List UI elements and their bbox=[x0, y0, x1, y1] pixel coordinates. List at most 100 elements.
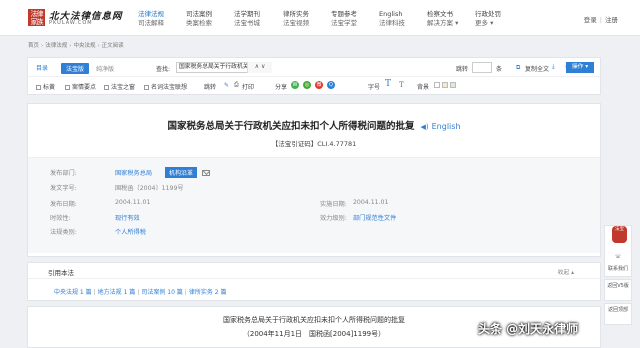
register-link[interactable]: 注册 bbox=[605, 16, 618, 24]
nav-english[interactable]: English bbox=[379, 10, 405, 19]
breadcrumb-laws[interactable]: 法律法规 bbox=[45, 43, 67, 49]
download-icon[interactable]: ⤓ bbox=[552, 63, 555, 71]
cite-link-cases[interactable]: 司法案例 10 篇 bbox=[141, 289, 182, 296]
check-fabao-window[interactable]: 法宝之窗 bbox=[104, 82, 135, 91]
meta-level: 效力级别: 部门规范性文件 bbox=[320, 213, 396, 222]
nav-admin-penalty[interactable]: 行政处罚 bbox=[475, 10, 501, 19]
nav-video[interactable]: 法宝视频 bbox=[283, 19, 309, 28]
nav-topics[interactable]: 专题参考 bbox=[331, 10, 357, 19]
nav-academy[interactable]: 法宝学堂 bbox=[331, 19, 357, 28]
citing-laws-card: 引用本法 收起 ▴ 中央法规 1 篇 | 地方法规 1 篇 | 司法案例 10 篇 | 律所… bbox=[27, 262, 601, 301]
copy-all-button[interactable]: 复制全文 bbox=[525, 64, 549, 73]
nav-solutions[interactable]: 解决方案 ▾ bbox=[427, 19, 458, 28]
back-to-v5-button[interactable]: 返回V5版 bbox=[604, 279, 632, 301]
breadcrumb-central-laws[interactable]: 中央法规 bbox=[73, 43, 95, 49]
login-link[interactable]: 登录 bbox=[584, 16, 597, 24]
breadcrumb: 首页 › 法律法规 › 中央法规 › 正文阅读 bbox=[28, 43, 124, 49]
jump-link[interactable]: 跳转 bbox=[204, 82, 216, 91]
contact-widget[interactable]: 法宝 ☏ 联系我们 bbox=[604, 225, 632, 277]
bg-swatch-yellow[interactable] bbox=[441, 82, 448, 88]
nav-procuratorate-docs[interactable]: 检察文书 bbox=[427, 10, 458, 19]
nav-col-practice[interactable]: 律所实务 法宝视频 bbox=[283, 10, 309, 28]
logo-seal: 法律 家族 bbox=[28, 9, 45, 26]
catalog-button[interactable]: 目录 bbox=[36, 63, 48, 72]
nav-journals[interactable]: 法学期刊 bbox=[234, 10, 260, 19]
jump-label: 跳转 bbox=[456, 66, 469, 73]
breadcrumb-home[interactable]: 首页 bbox=[28, 43, 39, 49]
back-to-top-button[interactable]: 返回顶部 bbox=[604, 303, 632, 325]
category-value[interactable]: 个人所得税 bbox=[115, 227, 146, 236]
checkbox-icon[interactable] bbox=[65, 85, 70, 90]
back-top-label: 返回顶部 bbox=[607, 307, 628, 313]
check-term-association[interactable]: 名词法宝联想 bbox=[144, 82, 187, 91]
back-v5-label: 返回V5版 bbox=[607, 283, 629, 289]
cite-link-central[interactable]: 中央法规 1 篇 bbox=[54, 289, 92, 296]
find-label: 查找: bbox=[156, 66, 171, 73]
copy-all-icon[interactable]: ⧉ bbox=[516, 64, 520, 72]
nav-laws[interactable]: 法律法规 bbox=[138, 10, 164, 19]
site-logo[interactable]: 法律 家族 北大法律信息网 PKULAW.COM bbox=[28, 8, 122, 28]
share-moments-icon[interactable]: ◎ bbox=[303, 81, 312, 89]
nav-judicial-cases[interactable]: 司法案例 bbox=[186, 10, 212, 19]
pubdate-value: 2004.11.01 bbox=[115, 199, 151, 206]
institution-history-tag[interactable]: 机构沿革 bbox=[165, 167, 198, 178]
nav-more[interactable]: 更多 ▾ bbox=[475, 19, 501, 28]
document-card: 国家税务总局关于行政机关应扣未扣个人所得税问题的批复 ◀) English 【法宝引… bbox=[27, 103, 601, 257]
nav-legal-tech[interactable]: 法律科技 bbox=[379, 19, 405, 28]
effdate-value: 2004.11.01 bbox=[353, 199, 389, 206]
nav-col-cases[interactable]: 司法案例 类案检索 bbox=[186, 10, 212, 28]
category-label: 法规类别: bbox=[50, 229, 77, 236]
nav-col-english[interactable]: English 法律科技 bbox=[379, 10, 405, 28]
cite-link-local[interactable]: 地方法规 1 篇 bbox=[98, 289, 136, 296]
issuer-value[interactable]: 国家税务总局 bbox=[115, 168, 152, 177]
nav-col-topics[interactable]: 专题参考 法宝学堂 bbox=[331, 10, 357, 28]
cite-link-practice[interactable]: 律所实务 2 篇 bbox=[189, 289, 227, 296]
check-case-points[interactable]: 案情要点 bbox=[65, 82, 96, 91]
level-value[interactable]: 部门规范性文件 bbox=[353, 213, 396, 222]
citing-title: 引用本法 bbox=[48, 269, 74, 277]
note-icon[interactable]: ✎ bbox=[224, 82, 229, 89]
mail-icon[interactable] bbox=[202, 170, 211, 176]
tab-fabao-version[interactable]: 法宝版 bbox=[61, 63, 90, 74]
checkbox-icon[interactable] bbox=[36, 85, 41, 90]
operate-button[interactable]: 操作 ▾ bbox=[566, 62, 594, 73]
check-highlight[interactable]: 标黄 bbox=[36, 82, 55, 91]
auth-links: 登录 | 注册 bbox=[584, 14, 618, 24]
reading-toolbar: 目录 法宝版 纯净版 查找: 国家税务总局关于行政机关应扣未扣个人所得税问题的批… bbox=[27, 57, 601, 95]
print-icon[interactable]: ⎙ bbox=[234, 81, 239, 89]
share-weibo-icon[interactable]: 微 bbox=[315, 81, 324, 89]
collapse-toggle[interactable]: 收起 ▴ bbox=[558, 267, 574, 276]
background-swatches[interactable] bbox=[434, 82, 456, 90]
print-button[interactable]: 打印 bbox=[242, 82, 254, 91]
checkbox-icon[interactable] bbox=[144, 85, 149, 90]
share-qq-icon[interactable]: Q bbox=[327, 81, 336, 89]
tab-pure-version[interactable]: 纯净版 bbox=[96, 64, 114, 73]
background-label: 背景 bbox=[417, 84, 430, 91]
toolbar-row-1: 目录 法宝版 纯净版 查找: 国家税务总局关于行政机关应扣未扣个人所得税问题的批… bbox=[28, 58, 600, 77]
metadata-panel: 发布部门: 国家税务总局 机构沿革 发文字号: 国税函〔2004〕1199号 发… bbox=[28, 157, 600, 253]
english-link[interactable]: English bbox=[432, 122, 461, 131]
font-larger-button[interactable]: T bbox=[385, 79, 391, 89]
effdate-label: 实施日期: bbox=[320, 201, 347, 208]
checkbox-icon[interactable] bbox=[104, 85, 109, 90]
docno-value: 国税函〔2004〕1199号 bbox=[115, 185, 184, 192]
nav-law-firm-practice[interactable]: 律所实务 bbox=[283, 10, 309, 19]
bg-swatch-white[interactable] bbox=[434, 82, 440, 88]
nav-col-procuratorate[interactable]: 检察文书 解决方案 ▾ bbox=[427, 10, 458, 28]
jump-input[interactable] bbox=[472, 62, 492, 73]
contact-icon: ☏ bbox=[614, 254, 622, 260]
toolbar-row-2: 标黄 案情要点 法宝之窗 名词法宝联想 跳转 ✎ ⎙ 打印 分享 W ◎ 微 Q… bbox=[28, 78, 600, 95]
validity-value[interactable]: 现行有效 bbox=[115, 213, 140, 222]
nav-col-admin-penalty[interactable]: 行政处罚 更多 ▾ bbox=[475, 10, 501, 28]
nav-bookstore[interactable]: 法宝书城 bbox=[234, 19, 260, 28]
find-prev-next[interactable]: ∧ ∨ bbox=[247, 62, 272, 73]
nav-judicial-interpretation[interactable]: 司法解释 bbox=[138, 19, 164, 28]
nav-col-journals[interactable]: 法学期刊 法宝书城 bbox=[234, 10, 260, 28]
meta-category: 法规类别: 个人所得税 bbox=[50, 227, 146, 236]
nav-col-laws[interactable]: 法律法规 司法解释 bbox=[138, 10, 164, 28]
nav-similar-cases[interactable]: 类案检索 bbox=[186, 19, 212, 28]
speaker-icon[interactable]: ◀) bbox=[421, 123, 429, 131]
share-wechat-icon[interactable]: W bbox=[291, 81, 300, 89]
bg-swatch-green[interactable] bbox=[449, 82, 456, 88]
font-smaller-button[interactable]: T bbox=[399, 81, 404, 89]
